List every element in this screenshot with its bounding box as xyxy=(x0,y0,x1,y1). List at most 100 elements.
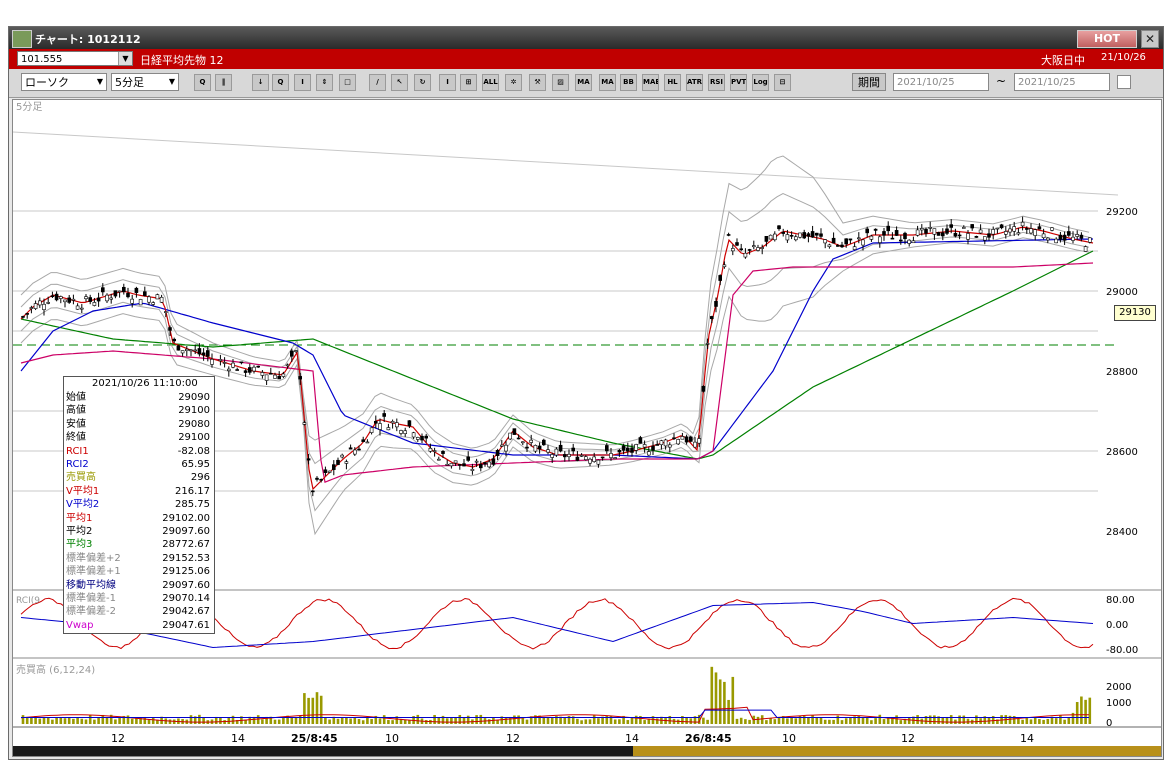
data-window-value: 29100 xyxy=(178,432,210,444)
candle-body xyxy=(932,228,937,235)
box-icon[interactable]: ⊞ xyxy=(460,74,477,91)
atr-icon[interactable]: ATR xyxy=(686,74,703,91)
volume-bar xyxy=(353,717,357,724)
find-icon[interactable]: Q xyxy=(272,74,289,91)
candle-body xyxy=(172,338,176,342)
data-window-row: V平均1 216.17 xyxy=(64,485,212,498)
candle-body xyxy=(835,245,840,247)
candle-body xyxy=(180,350,185,354)
candle-body xyxy=(117,290,122,293)
candle-body xyxy=(352,449,357,455)
cursor-icon[interactable]: ↖ xyxy=(391,74,408,91)
window-titlebar[interactable]: チャート: 1012112 HOT ✕ xyxy=(9,27,1163,49)
bar2-icon[interactable]: Ⅰ xyxy=(439,74,456,91)
date-to-field[interactable]: 2021/10/25 xyxy=(1014,73,1110,91)
candle-body xyxy=(512,428,517,435)
candle-body xyxy=(415,437,420,440)
candle-body xyxy=(592,456,597,462)
volume-bar xyxy=(958,715,961,724)
candle-body xyxy=(634,444,639,451)
chart-type-select[interactable]: ローソク ▼ xyxy=(21,73,107,91)
volume-bar xyxy=(945,716,949,724)
ma2-icon[interactable]: MA xyxy=(599,74,616,91)
pvt-icon[interactable]: PVT xyxy=(730,74,747,91)
ma-icon[interactable]: MA xyxy=(575,74,592,91)
volume-bar xyxy=(1017,718,1020,724)
chart-area[interactable]: 5分足 29200 29000 28800 28600 28400 RCI(9 80.00 0.… xyxy=(12,99,1162,757)
data-window-value: 29102.00 xyxy=(162,512,210,524)
interval-select[interactable]: 5分足 ▼ xyxy=(111,73,179,91)
all-icon[interactable]: ALL xyxy=(482,74,499,91)
candle-body xyxy=(940,232,945,237)
close-icon[interactable]: ✕ xyxy=(1141,30,1159,48)
volume-bar xyxy=(777,717,781,724)
candle-body xyxy=(772,233,777,241)
candle-body xyxy=(491,458,496,465)
candle-body xyxy=(604,445,609,452)
color-icon[interactable]: ▨ xyxy=(552,74,569,91)
rsi-icon[interactable]: RSI xyxy=(708,74,725,91)
candle-body xyxy=(80,307,84,310)
hot-button[interactable]: HOT xyxy=(1077,30,1137,48)
bb-icon[interactable]: BB xyxy=(620,74,637,91)
settings-icon[interactable]: ✲ xyxy=(505,74,522,91)
data-window-row: 終値 29100 xyxy=(64,431,212,444)
candle-body xyxy=(37,300,42,306)
data-window-key: Vwap xyxy=(66,619,94,631)
candle-body xyxy=(227,368,231,371)
wrench-icon[interactable]: ⚒ xyxy=(529,74,546,91)
mae-icon[interactable]: MAE xyxy=(642,74,659,91)
volume-bar xyxy=(307,697,310,724)
candle-body xyxy=(651,445,655,451)
volume-bar xyxy=(340,717,344,724)
volume-bar xyxy=(72,718,75,724)
pen-icon[interactable]: / xyxy=(369,74,386,91)
oscillator-tick-label: 80.00 xyxy=(1106,595,1135,606)
candle-body xyxy=(487,461,492,468)
chevron-down-icon[interactable]: ▼ xyxy=(118,52,132,65)
spin-icon[interactable]: ↻ xyxy=(414,74,431,91)
instrument-code-select[interactable]: 101.555 ▼ xyxy=(17,51,133,66)
data-window-row: 高値 29100 xyxy=(64,404,212,417)
volume-bar xyxy=(1038,719,1041,724)
candle-body xyxy=(819,233,823,237)
arrow-icon[interactable]: ⇕ xyxy=(316,74,333,91)
candle-body xyxy=(722,264,727,268)
volume-bar xyxy=(1042,719,1045,724)
bar-icon[interactable]: ‖ xyxy=(215,74,232,91)
volume-bar xyxy=(214,716,218,724)
period-button[interactable]: 期間 xyxy=(852,73,886,91)
candle-body xyxy=(663,439,668,447)
candle-body xyxy=(609,453,613,458)
candle-body xyxy=(361,439,366,442)
candle-body xyxy=(982,236,987,241)
candle-body xyxy=(436,458,441,461)
volume-bar xyxy=(290,716,294,724)
zoom-icon[interactable]: Q xyxy=(194,74,211,91)
data-window-value: 65.95 xyxy=(181,459,210,470)
sep-icon[interactable]: ⊟ xyxy=(774,74,791,91)
date-from-field[interactable]: 2021/10/25 xyxy=(893,73,989,91)
candle-body xyxy=(844,238,849,245)
candle-icon[interactable]: Ⅰ xyxy=(294,74,311,91)
down-icon[interactable]: ↓ xyxy=(252,74,269,91)
volume-bar xyxy=(815,717,819,724)
volume-bar xyxy=(739,717,743,724)
candle-body xyxy=(777,225,781,230)
data-window-row: 安値 29080 xyxy=(64,418,212,431)
hl-icon[interactable]: HL xyxy=(664,74,681,91)
candle-body xyxy=(357,448,361,451)
doc-icon[interactable]: □ xyxy=(339,74,356,91)
log-icon[interactable]: Log xyxy=(752,74,769,91)
data-window-key: 標準偏差+2 xyxy=(66,552,121,564)
candle-body xyxy=(21,316,25,318)
data-window-key: 終値 xyxy=(66,432,86,444)
volume-bar xyxy=(319,695,323,724)
candle-body xyxy=(567,453,571,458)
candle-body xyxy=(886,225,891,232)
data-window-row: RCI2 65.95 xyxy=(64,458,212,471)
candle-body xyxy=(105,294,109,302)
date-checkbox[interactable] xyxy=(1117,75,1131,89)
candle-body xyxy=(84,296,88,300)
time-axis-label: 12 xyxy=(901,732,915,745)
